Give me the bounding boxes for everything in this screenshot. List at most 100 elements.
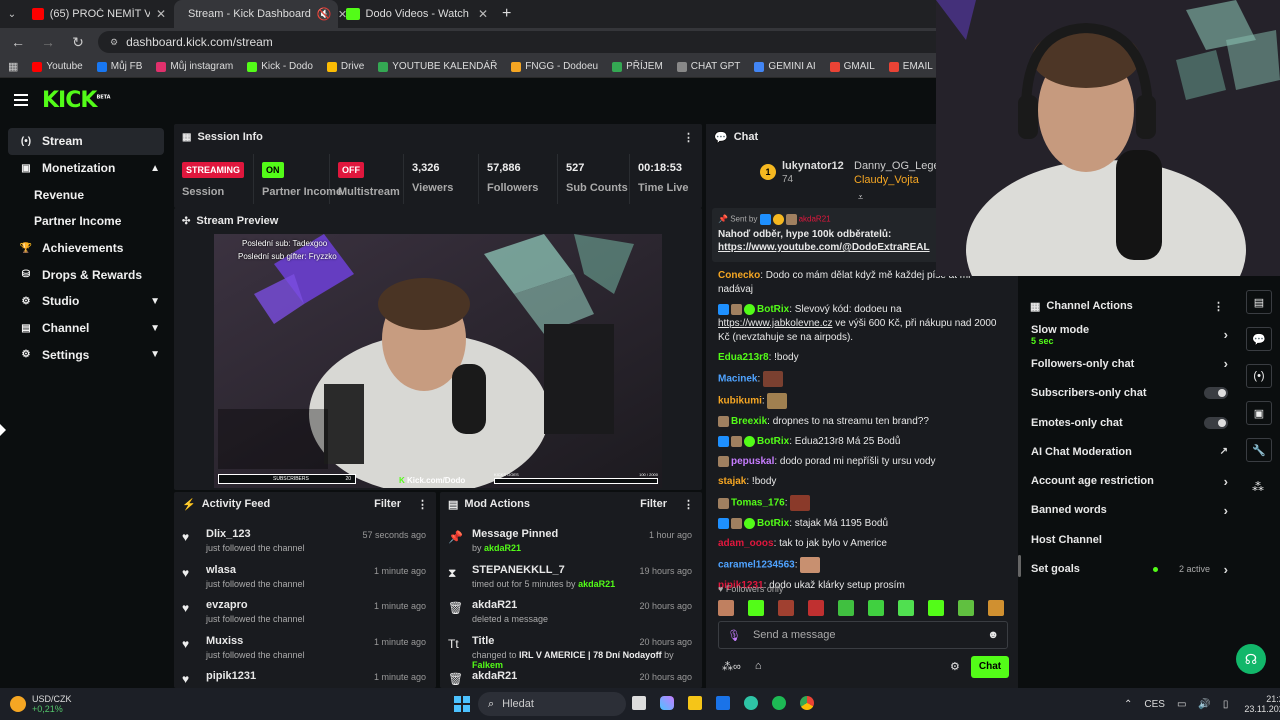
sidebar-item-partner-income[interactable]: Partner Income [8,208,164,235]
chat-message[interactable]: Macinek: [706,368,1018,390]
sidebar-item-settings[interactable]: ⚙ Settings ▼ [8,342,164,369]
site-info-icon[interactable]: ⚙ [110,37,118,48]
chat-username[interactable]: pepuskal [731,456,774,467]
bookmark-item[interactable]: Můj instagram [156,61,233,72]
sidebar-item-stream[interactable]: (•) Stream [8,128,164,155]
bookmark-item[interactable]: Kick - Dodo [247,61,313,72]
action-ai-chat-moderation[interactable]: AI Chat Moderation ↗ [1022,437,1240,466]
tab-youtube[interactable]: (65) PROČ NEMÍT VEŘEJNÝ VTA ✕ [24,0,174,28]
url-field[interactable]: ⚙ dashboard.kick.com/stream [98,31,998,53]
microphone-icon[interactable]: 🎙 [727,629,741,642]
chevron-right-icon[interactable]: › [1224,327,1228,342]
chevron-right-icon[interactable]: › [1224,474,1228,489]
emote[interactable] [778,600,794,616]
emote[interactable] [748,600,764,616]
chevron-right-icon[interactable]: › [1224,503,1228,518]
chat-message[interactable]: BotRix: Edua213r8 Má 25 Bodů [706,432,1018,452]
tray-chevron-icon[interactable]: ⌃ [1124,699,1132,710]
support-button[interactable]: ☊ [1236,644,1266,674]
clock[interactable]: 21:25 23.11.2025 [1244,694,1280,714]
explorer-icon[interactable] [688,696,702,710]
chat-username[interactable]: stajak [718,476,746,487]
action-set-goals[interactable]: Set goals 2 active › [1022,554,1240,583]
emote[interactable] [808,600,824,616]
sidebar-item-channel[interactable]: ▤ Channel ▼ [8,315,164,342]
chat-message[interactable]: kubikumi: [706,390,1018,412]
action-emotes-only-chat[interactable]: Emotes-only chat [1022,408,1240,437]
chat-settings-icon[interactable]: ⚙ [950,660,960,673]
filter-button[interactable]: Filter [374,498,401,510]
action-slow-mode[interactable]: Slow mode 5 sec › [1022,320,1240,349]
reload-icon[interactable]: ↻ [68,34,88,51]
activity-item[interactable]: ♥ pipik1231 1 minute ago [174,666,436,688]
hamburger-menu-icon[interactable] [14,94,28,106]
forward-icon[interactable]: → [38,34,58,50]
sidebar-item-drops-rewards[interactable]: ⛁ Drops & Rewards [8,261,164,288]
chat-username[interactable]: Breexik [731,416,767,427]
action-account-age-restriction[interactable]: Account age restriction › [1022,466,1240,495]
chevron-icon[interactable]: ▼ [150,296,160,307]
notes-icon[interactable]: ▤ [1246,290,1272,314]
mod-action-item[interactable]: 📌 Message Pinned by akdaR21 1 hour ago [440,524,702,560]
bookmark-item[interactable]: Můj FB [96,61,142,72]
start-button[interactable] [454,696,470,712]
close-tab-icon[interactable]: ✕ [478,7,488,21]
chat-username[interactable]: adam_ooos [718,538,774,549]
wrench-icon[interactable]: 🔧 [1246,438,1272,462]
toggle-switch[interactable] [1204,387,1228,400]
sidebar-item-revenue[interactable]: Revenue [8,181,164,208]
taskbar-search[interactable]: ⌕ Hledat [478,692,626,716]
chat-message[interactable]: Tomas_176: [706,492,1018,514]
chat-username[interactable]: Macinek [718,374,757,385]
volume-icon[interactable]: 🔊 [1198,699,1210,710]
emote[interactable] [898,600,914,616]
more-options-icon[interactable]: ⋮ [683,498,694,511]
top-gifter-3[interactable]: Claudy_Vojta [854,174,919,186]
edge-icon[interactable] [744,696,758,710]
emote[interactable] [928,600,944,616]
chevron-right-icon[interactable]: › [1224,562,1228,577]
chat-username[interactable]: kubikumi [718,396,762,407]
emote[interactable] [838,600,854,616]
new-tab-button[interactable]: + [502,5,511,23]
task-view-icon[interactable] [632,696,646,710]
bookmark-item[interactable]: FNGG - Dodoeu [511,61,598,72]
chat-message[interactable]: stajak: !body [706,472,1018,492]
chat-username[interactable]: BotRix [757,436,789,447]
mute-tab-icon[interactable]: 🔇 [317,7,332,21]
tab-list-button[interactable]: ⌄ [0,9,24,20]
activity-item[interactable]: ♥ Muxiss just followed the channel 1 minute… [174,631,436,667]
battery-icon[interactable]: ▯ [1223,699,1229,710]
apps-icon[interactable]: ▦ [8,60,18,73]
kicks-icon[interactable]: ⁂∞ [722,660,741,673]
chat-message[interactable]: adam_ooos: tak to jak bylo v Americe [706,534,1018,554]
expand-icon[interactable]: ⩡ [858,192,863,203]
bookmark-item[interactable]: YOUTUBE KALENDÁŘ [378,61,497,72]
activity-item[interactable]: ♥ Dlix_123 just followed the channel 57 sec… [174,524,436,560]
printer-icon[interactable]: ▣ [1246,401,1272,425]
emote[interactable] [718,600,734,616]
filter-button[interactable]: Filter [640,498,667,510]
chat-message[interactable]: BotRix: stajak Má 1195 Bodů [706,514,1018,534]
sidebar-item-achievements[interactable]: 🏆 Achievements [8,235,164,262]
chat-message[interactable]: Edua213r8: !body [706,348,1018,368]
chat-bubble-icon[interactable]: 💬 [1246,327,1272,351]
chevron-icon[interactable]: ▼ [150,349,160,360]
kick-logo[interactable]: KICKBETA [42,88,111,113]
stock-widget[interactable]: USD/CZK +0,21% [0,694,72,714]
chat-message[interactable]: BotRix: Slevový kód: dodoeu na https://w… [706,300,1018,348]
emote[interactable] [988,600,1004,616]
chat-scrollbar[interactable] [1018,555,1021,577]
chat-username[interactable]: BotRix [757,518,789,529]
kicks-rail-icon[interactable]: ⁂ [1252,480,1264,494]
mod-action-item[interactable]: Tt Title changed to IRL V AMERICE | 78 Dní… [440,631,702,670]
external-link-icon[interactable]: ↗ [1220,446,1228,457]
mod-action-item[interactable]: 🗑 akdaR21 20 hours ago [440,666,702,688]
chat-username[interactable]: Edua213r8 [718,352,769,363]
mod-action-item[interactable]: 🗑 akdaR21 deleted a message 20 hours ago [440,595,702,631]
chat-input[interactable]: 🎙 Send a message ☻ [718,621,1008,649]
action-subscribers-only-chat[interactable]: Subscribers-only chat [1022,379,1240,408]
activity-item[interactable]: ♥ evzapro just followed the channel 1 minut… [174,595,436,631]
bookmark-item[interactable]: PŘÍJEM [612,61,663,72]
chevron-icon[interactable]: ▼ [150,323,160,334]
